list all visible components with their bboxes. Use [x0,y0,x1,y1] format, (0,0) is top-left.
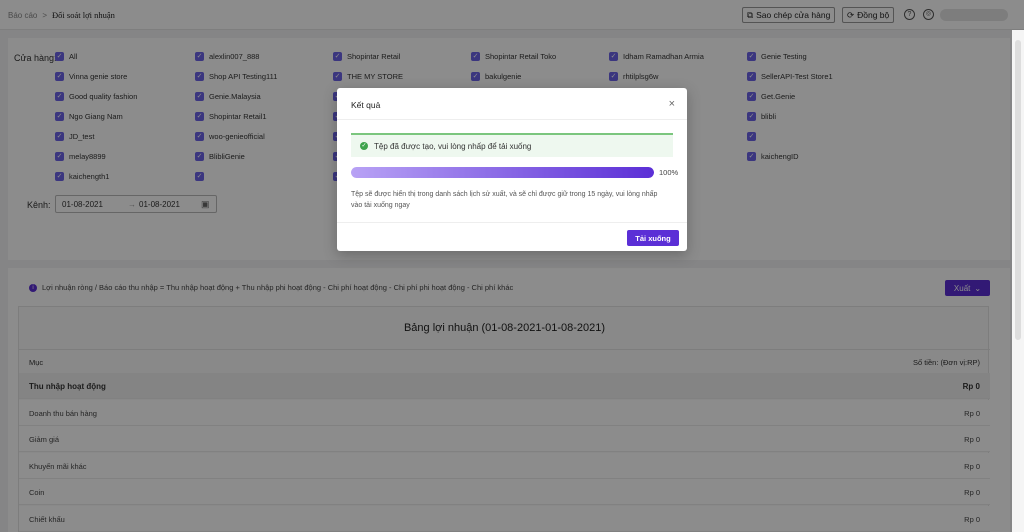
download-button[interactable]: Tải xuống [627,230,679,246]
export-note: Tệp sẽ được hiển thị trong danh sách lịc… [351,191,658,209]
dialog-divider [337,119,687,120]
scrollbar-thumb[interactable] [1015,40,1021,340]
progress-bar [351,167,654,178]
progress-label: 100% [659,168,679,177]
close-icon[interactable]: × [669,98,675,110]
scrollbar[interactable] [1012,30,1024,532]
dialog-title: Kết quả [351,100,381,110]
dialog-footer-divider [337,222,687,223]
check-icon: ✓ [360,142,368,150]
progress-fill [351,167,654,178]
modal-backdrop[interactable] [0,0,1024,532]
success-message: Tệp đã được tạo, vui lòng nhấp để tải xu… [374,141,532,151]
result-dialog: Kết quả × ✓ Tệp đã được tạo, vui lòng nh… [337,88,687,251]
success-alert: ✓ Tệp đã được tạo, vui lòng nhấp để tải … [351,133,673,157]
